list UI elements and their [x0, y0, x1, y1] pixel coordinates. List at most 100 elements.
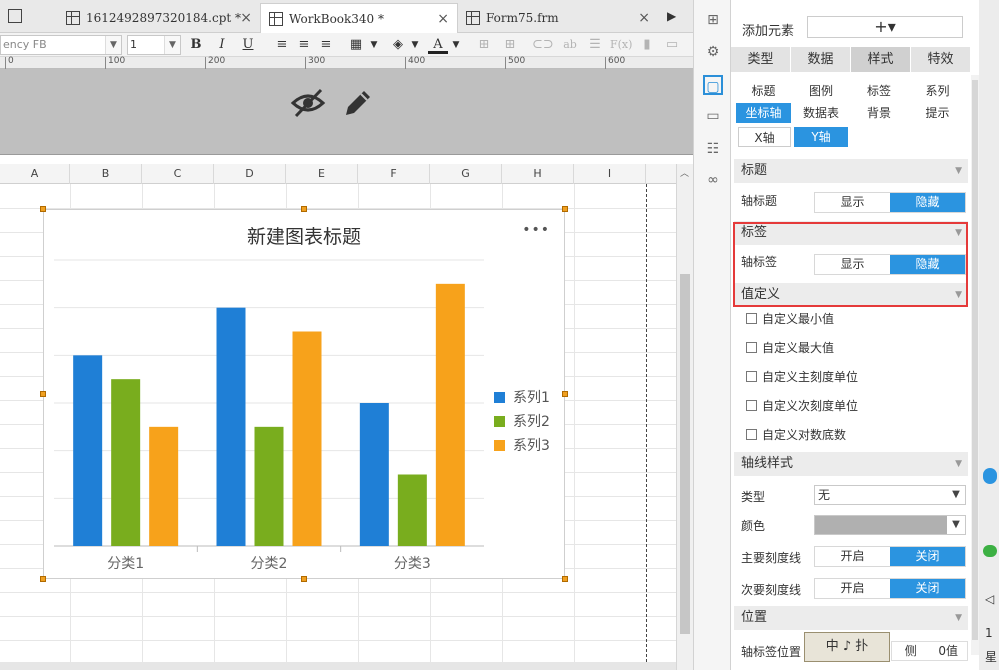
chart-title[interactable]: 新建图表标题 — [44, 222, 564, 249]
align-center-icon[interactable]: ≡ — [294, 35, 314, 55]
yaxis-tab[interactable]: Y轴 — [794, 127, 848, 147]
panel-scrollbar[interactable] — [971, 75, 979, 655]
layers-icon[interactable]: ☷ — [703, 139, 723, 159]
xaxis-tab[interactable]: X轴 — [738, 127, 791, 147]
grid-horizontal-scrollbar[interactable] — [0, 662, 676, 670]
wechat-icon[interactable] — [983, 545, 997, 557]
axis-title-show[interactable]: 显示 — [815, 193, 890, 212]
checkbox[interactable] — [746, 400, 757, 411]
tab-workbook[interactable]: WorkBook340 * × — [260, 3, 458, 33]
label-position-zero[interactable]: 0值 — [930, 642, 968, 660]
resize-handle[interactable] — [301, 576, 307, 582]
grid-scroll-thumb[interactable] — [680, 274, 690, 634]
minor-tick-on[interactable]: 开启 — [815, 579, 890, 598]
section-position-header[interactable]: 位置 ▼ — [734, 606, 968, 630]
bar-1-0[interactable] — [216, 307, 246, 546]
bar-0-0[interactable] — [73, 355, 103, 546]
hyperlink-icon[interactable]: ⊂⊃ — [532, 35, 554, 55]
subtab-axis[interactable]: 坐标轴 — [736, 103, 791, 123]
widget-settings-icon[interactable]: ⚙ — [703, 42, 723, 62]
grid-vertical-scrollbar[interactable]: ︿ — [676, 164, 693, 670]
column-header[interactable]: I — [574, 164, 646, 184]
column-header[interactable]: B — [70, 164, 142, 184]
bar-2-0[interactable] — [359, 403, 389, 546]
subtab-legend[interactable]: 图例 — [793, 81, 849, 101]
bar-0-1[interactable] — [111, 379, 141, 546]
subtab-title[interactable]: 标题 — [736, 81, 791, 101]
font-size-select[interactable]: 1 ▼ — [127, 35, 181, 55]
bar-2-2[interactable] — [435, 283, 465, 546]
qq-icon[interactable] — [983, 468, 997, 484]
label-position-side[interactable]: 侧 — [892, 642, 930, 660]
bar-1-2[interactable] — [292, 331, 322, 547]
cell-element-icon[interactable]: ⊞ — [703, 10, 723, 30]
bar-1-1[interactable] — [254, 426, 284, 546]
axis-title-toggle[interactable]: 显示 隐藏 — [814, 192, 966, 213]
column-header[interactable]: C — [142, 164, 214, 184]
legend-item[interactable]: 系列1 — [494, 385, 550, 409]
checkbox[interactable] — [746, 371, 757, 382]
rich-text-icon[interactable]: ☰ — [585, 35, 605, 55]
insert-image-icon[interactable]: ▭ — [662, 35, 682, 55]
hide-eye-icon[interactable] — [290, 87, 326, 119]
major-tick-off[interactable]: 关闭 — [890, 547, 965, 566]
column-header[interactable]: H — [502, 164, 574, 184]
minor-tick-off[interactable]: 关闭 — [890, 579, 965, 598]
font-family-select[interactable]: ency FB ▼ — [0, 35, 122, 55]
tab-type[interactable]: 类型 — [731, 47, 791, 72]
check-custom-min[interactable]: 自定义最小值 — [746, 310, 834, 327]
text-icon[interactable]: ab — [560, 35, 580, 55]
grid-menu-icon[interactable] — [8, 9, 22, 23]
display-icon[interactable]: ▭ — [703, 106, 723, 126]
border-chevron-icon[interactable]: ▼ — [364, 35, 384, 55]
formula-icon[interactable]: F(x) — [610, 35, 632, 55]
resize-handle[interactable] — [301, 206, 307, 212]
add-element-button[interactable]: +▾ — [807, 16, 963, 38]
column-header[interactable]: G — [430, 164, 502, 184]
tab-effects[interactable]: 特效 — [911, 47, 971, 72]
section-title-header[interactable]: 标题 ▼ — [734, 159, 968, 183]
fill-chevron-icon[interactable]: ▼ — [405, 35, 425, 55]
italic-button[interactable]: I — [212, 35, 232, 55]
subtab-label[interactable]: 标签 — [851, 81, 907, 101]
resize-handle[interactable] — [40, 206, 46, 212]
column-header[interactable]: A — [0, 164, 70, 184]
line-color-select[interactable]: ▼ — [814, 515, 966, 535]
link-icon[interactable]: ∞ — [703, 170, 723, 190]
edit-pencil-icon[interactable] — [342, 87, 374, 119]
ime-toolbar[interactable]: 中 ♪ 扑 — [804, 632, 890, 662]
border-icon[interactable]: ▦ — [346, 35, 366, 55]
text-color-chevron-icon[interactable]: ▼ — [446, 35, 466, 55]
chart-properties-icon[interactable]: ▢ — [703, 75, 723, 95]
check-custom-major-unit[interactable]: 自定义主刻度单位 — [746, 368, 858, 385]
split-cells-icon[interactable]: ⊞ — [500, 35, 520, 55]
speaker-icon[interactable]: ◁ — [985, 592, 994, 606]
subtab-background[interactable]: 背景 — [851, 103, 907, 123]
underline-button[interactable]: U — [238, 35, 258, 55]
tab-data[interactable]: 数据 — [791, 47, 851, 72]
checkbox[interactable] — [746, 429, 757, 440]
legend-item[interactable]: 系列3 — [494, 433, 550, 457]
check-custom-log-base[interactable]: 自定义对数底数 — [746, 426, 846, 443]
label-position-toggle[interactable]: 侧 0值 — [891, 641, 968, 661]
major-tick-toggle[interactable]: 开启 关闭 — [814, 546, 966, 567]
bar-0-2[interactable] — [149, 426, 179, 546]
subtab-series[interactable]: 系列 — [909, 81, 966, 101]
bar-2-1[interactable] — [397, 474, 427, 547]
tab-cpt-close-icon[interactable]: × — [240, 10, 252, 26]
checkbox[interactable] — [746, 342, 757, 353]
legend-item[interactable]: 系列2 — [494, 409, 550, 433]
subtab-datatable[interactable]: 数据表 — [793, 103, 849, 123]
check-custom-max[interactable]: 自定义最大值 — [746, 339, 834, 356]
chart-more-icon[interactable]: ••• — [522, 222, 550, 238]
bar-chart[interactable]: 新建图表标题 ••• 分类1 分类2 分类3 系列1 系列2 系列3 — [43, 209, 565, 579]
tab-workbook-close-icon[interactable]: × — [437, 11, 449, 27]
align-right-icon[interactable]: ≡ — [316, 35, 336, 55]
insert-chart-icon[interactable]: ▮ — [637, 35, 657, 55]
merge-cells-icon[interactable]: ⊞ — [474, 35, 494, 55]
resize-handle[interactable] — [562, 576, 568, 582]
subtab-tooltip[interactable]: 提示 — [909, 103, 966, 123]
minor-tick-toggle[interactable]: 开启 关闭 — [814, 578, 966, 599]
resize-handle[interactable] — [562, 206, 568, 212]
text-color-icon[interactable]: A — [428, 35, 448, 54]
